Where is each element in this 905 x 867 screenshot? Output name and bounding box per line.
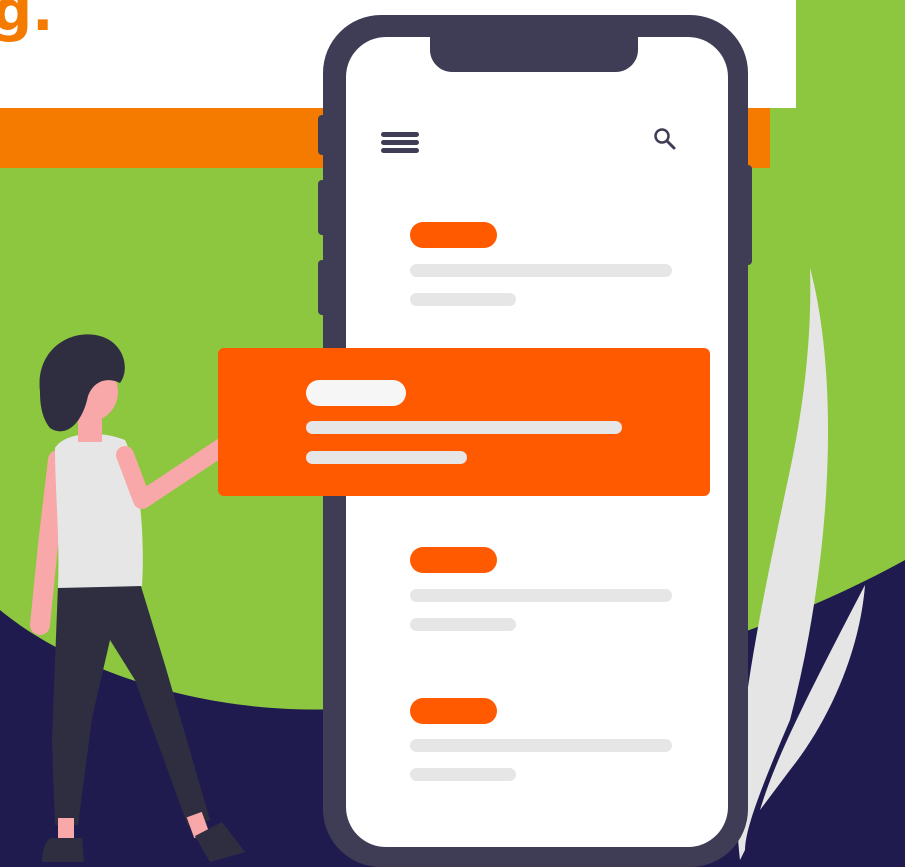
illustration-canvas: g. (0, 0, 905, 867)
hamburger-menu-icon[interactable] (381, 132, 419, 153)
phone-notch (430, 37, 638, 72)
list-item-tag (410, 547, 497, 573)
list-item-line (410, 768, 516, 781)
illustration-scene: g. (0, 0, 905, 867)
header-title: g. (0, 0, 53, 44)
person-ankle (58, 818, 74, 840)
list-item-tag (410, 698, 497, 724)
selected-list-item-card[interactable] (218, 348, 710, 496)
card-line (306, 451, 467, 464)
list-item-tag (410, 222, 497, 248)
card-tag (306, 380, 406, 406)
list-item-line (410, 739, 672, 752)
person-shoe (42, 838, 84, 862)
list-item-line (410, 293, 516, 306)
list-item-line (410, 589, 672, 602)
list-item-line (410, 618, 516, 631)
list-item-line (410, 264, 672, 277)
card-line (306, 421, 622, 434)
